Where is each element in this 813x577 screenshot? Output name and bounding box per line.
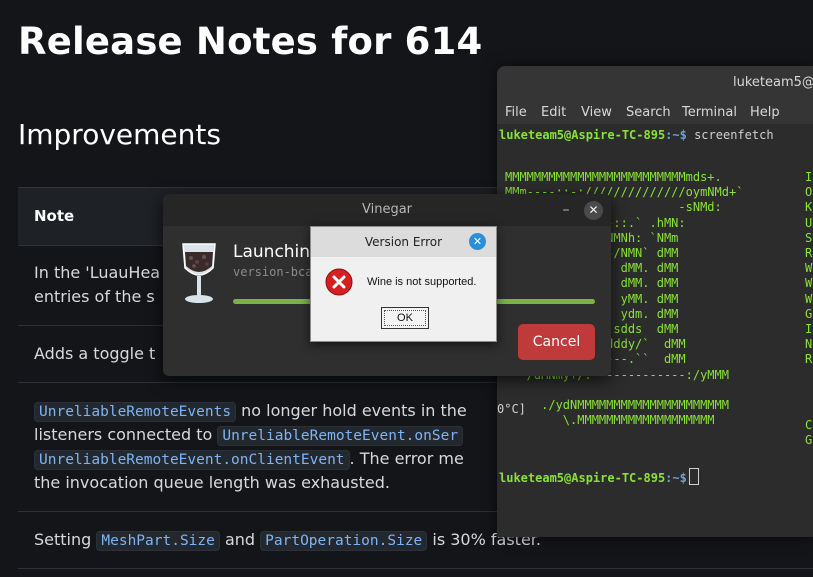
info-column-char: G [805,433,813,448]
error-icon [325,268,353,296]
info-column-char: R [805,352,813,367]
terminal-title: luketeam5@ [733,75,813,90]
row-text: the invocation queue length was exhauste… [34,473,390,492]
wine-glass-icon [182,243,216,303]
row-text: Adds a toggle t [34,344,156,363]
art-line: ./ydNMMMMMMMMMMMMMMMMMMMMM [505,398,729,412]
terminal-titlebar[interactable]: luketeam5@ [497,66,813,100]
row-text-fragment: and [219,530,261,549]
row-text: In the 'LuauHea [34,263,161,282]
info-column-char: I [805,170,813,184]
terminal-prompt-line: luketeam5@Aspire-TC-895:~$ screenfetch [499,128,774,143]
info-column-char: W [805,276,813,291]
row-text: Setting MeshPart.Size and PartOperation.… [34,528,541,553]
code-on-server-event: UnreliableRemoteEvent.onSer [217,426,464,446]
section-heading: Improvements [18,118,221,151]
terminal-prompt-line-2: luketeam5@Aspire-TC-895:~$ [499,468,699,486]
launching-label: Launching [233,242,321,262]
menu-file[interactable]: File [505,105,527,120]
menu-view[interactable]: View [581,105,612,120]
terminal-fragment: 0°C] [497,402,526,416]
menu-terminal[interactable]: Terminal [682,105,737,120]
info-column-char: K [805,200,813,215]
page-title: Release Notes for 614 [18,20,483,63]
vinegar-title: Vinegar [361,202,413,217]
menu-help[interactable]: Help [750,105,780,120]
minimize-icon[interactable]: – [556,200,576,220]
terminal-cursor [688,468,699,485]
terminal-command: screenfetch [686,128,774,142]
column-header-note: Note [34,207,75,225]
cancel-button[interactable]: Cancel [518,324,595,360]
version-error-dialog[interactable]: Version Error ✕ Wine is not supported. O… [310,226,497,342]
menu-edit[interactable]: Edit [541,105,566,120]
row-text-fragment: no longer hold events in the [236,401,467,420]
vinegar-titlebar[interactable]: Vinegar – ✕ [163,194,611,226]
row-text-fragment: Setting [34,530,97,549]
row-text: UnreliableRemoteEvent.onClientEvent. The… [34,447,464,472]
art-line: MMMMMMMMMMMMMMMMMMMMMMMMMmds+. [505,170,722,184]
info-column-char: R [805,246,813,260]
prompt-path: :~$ [665,128,687,142]
error-message: Wine is not supported. [367,276,477,288]
art-line: \.MMMMMMMMMMMMMMMMMMM [505,413,715,428]
code-unreliable-remote-events: UnreliableRemoteEvents [34,402,237,422]
menu-search[interactable]: Search [626,105,671,120]
code-on-client-event: UnreliableRemoteEvent.onClientEvent [34,450,350,470]
prompt-path: :~$ [665,471,687,485]
version-label: version-bca [233,265,313,279]
code-partoperation-size: PartOperation.Size [260,531,428,551]
close-icon[interactable]: ✕ [469,233,486,250]
info-column-char: N [805,337,813,352]
row-text: entries of the s [34,287,155,306]
info-column-char: U [805,215,813,230]
ok-button[interactable]: OK [381,307,429,329]
dialog-titlebar[interactable]: Version Error ✕ [311,227,496,257]
info-column-char: W [805,291,813,306]
prompt-user: luketeam5@Aspire-TC-895 [499,471,666,485]
code-meshpart-size: MeshPart.Size [96,531,220,551]
prompt-user: luketeam5@Aspire-TC-895 [499,128,666,142]
terminal-menubar: File Edit View Search Terminal Help [497,100,813,125]
row-text: UnreliableRemoteEvents no longer hold ev… [34,399,467,424]
info-column-char: W [805,261,813,276]
info-column-char: S [805,230,813,245]
info-column-char: C [805,418,813,432]
info-column-char: G [805,306,813,321]
info-column-char: O [805,185,813,200]
close-icon[interactable]: ✕ [584,201,603,220]
row-text-fragment: . The error me [349,449,464,468]
info-column-char: I [805,322,813,336]
row-text: listeners connected to UnreliableRemoteE… [34,423,464,448]
row-text-fragment: listeners connected to [34,425,218,444]
